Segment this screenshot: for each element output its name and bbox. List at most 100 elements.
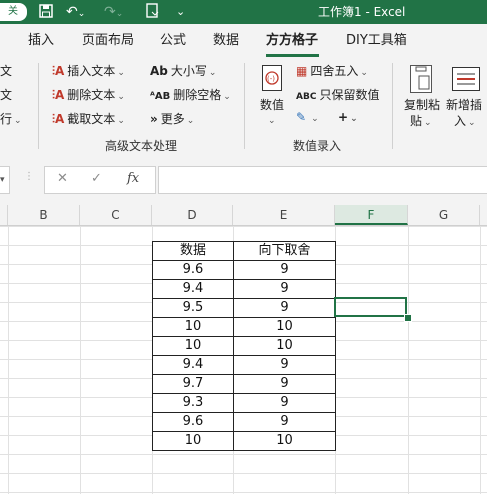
customize-icon[interactable]: ⌄ xyxy=(176,3,185,21)
data-cell[interactable]: 9.7 xyxy=(152,374,234,394)
copy-paste-button-line2[interactable]: 贴 ⌄ xyxy=(410,113,432,131)
more-icon: » xyxy=(150,112,158,126)
more-label: 更多 xyxy=(160,112,185,126)
enter-icon[interactable]: ✓ xyxy=(91,171,102,186)
round-down-cell[interactable]: 9 xyxy=(233,374,336,394)
data-cell[interactable]: 9.6 xyxy=(152,412,234,432)
insert-text-icon: ⫶A xyxy=(52,64,65,78)
insert-rows-icon[interactable] xyxy=(452,67,480,91)
copy-paste-icon[interactable] xyxy=(410,65,432,93)
save-icon[interactable] xyxy=(38,3,54,21)
data-cell[interactable]: 10 xyxy=(152,317,234,337)
column-header-g[interactable]: G xyxy=(408,205,480,225)
column-header-b[interactable]: B xyxy=(8,205,80,225)
case-icon: Ab xyxy=(150,64,168,78)
round-down-cell[interactable]: 9 xyxy=(233,260,336,280)
number-group-label: 数值录入 xyxy=(293,139,342,153)
tab-fangfanggezi[interactable]: 方方格子 xyxy=(266,33,318,49)
round-button[interactable]: ▦ 四舍五入 ⌄ xyxy=(296,63,368,81)
redo-icon[interactable]: ↷⌄ xyxy=(104,3,123,21)
table-row: 9.4 9 xyxy=(152,279,336,299)
table-row: 9.7 9 xyxy=(152,374,336,394)
data-cell[interactable]: 10 xyxy=(152,431,234,451)
data-cell[interactable]: 9.4 xyxy=(152,279,234,299)
ribbon-partial-label: 行 xyxy=(0,112,13,126)
autosave-toggle[interactable]: 关 xyxy=(0,3,27,21)
round-down-cell[interactable]: 10 xyxy=(233,336,336,356)
keep-value-button[interactable]: ABC 只保留数值 xyxy=(296,87,379,105)
title-bar: 关 ↶⌄ ↷⌄ ⌄ 工作簿1 - Excel xyxy=(0,0,487,24)
keep-value-icon: ABC xyxy=(296,92,317,102)
ribbon-partial-item[interactable]: 文 xyxy=(0,63,12,79)
window-title: 工作簿1 - Excel xyxy=(318,5,406,19)
case-button[interactable]: Ab 大小写 ⌄ xyxy=(150,63,216,81)
case-label: 大小写 xyxy=(170,64,207,78)
selected-cell[interactable] xyxy=(334,297,407,317)
column-header-c[interactable]: C xyxy=(80,205,152,225)
ribbon: 文 文 行 ⌄ ⫶A 插入文本 ⌄ ⫶A 删除文本 ⌄ ⫶A 截取文本 ⌄ Ab 大小写 ⌄ ᴬA… xyxy=(0,57,487,156)
insert-button[interactable]: 新增插 xyxy=(446,97,482,113)
tab-diy-toolbox[interactable]: DIY工具箱 xyxy=(346,33,407,49)
tab-insert[interactable]: 插入 xyxy=(28,33,54,49)
more-button[interactable]: » 更多 ⌄ xyxy=(150,111,194,129)
round-icon: ▦ xyxy=(296,64,308,78)
data-cell[interactable]: 9.5 xyxy=(152,298,234,318)
value-dropdown-icon[interactable]: ⌄ xyxy=(268,113,276,129)
formula-bar: ▾ ⋮ ✕ ✓ fx xyxy=(0,155,487,205)
round-down-cell[interactable]: 9 xyxy=(233,298,336,318)
round-down-cell[interactable]: 10 xyxy=(233,317,336,337)
value-button[interactable]: 数值 xyxy=(260,97,284,113)
name-box-dropdown[interactable]: ▾ xyxy=(0,166,10,194)
add-button[interactable]: + ⌄ xyxy=(338,109,358,127)
delete-spaces-button[interactable]: ᴬAB 删除空格 ⌄ xyxy=(150,87,231,105)
grid-column-line xyxy=(480,226,481,494)
cancel-icon[interactable]: ✕ xyxy=(57,171,68,186)
fill-options-button[interactable]: ✎ ⌄ xyxy=(296,109,319,127)
extract-text-button[interactable]: ⫶A 截取文本 ⌄ xyxy=(52,111,125,129)
round-down-cell[interactable]: 9 xyxy=(233,279,336,299)
table-row: 10 10 xyxy=(152,317,336,337)
table-row: 9.4 9 xyxy=(152,355,336,375)
round-label: 四舍五入 xyxy=(310,64,359,78)
tab-data[interactable]: 数据 xyxy=(213,33,239,49)
round-down-cell[interactable]: 9 xyxy=(233,412,336,432)
table-row: 9.3 9 xyxy=(152,393,336,413)
edit-icon: ✎ xyxy=(296,110,307,124)
value-icon[interactable]: (-) xyxy=(262,65,282,91)
svg-text:(-): (-) xyxy=(267,75,275,83)
insert-text-button[interactable]: ⫶A 插入文本 ⌄ xyxy=(52,63,125,81)
extract-text-icon: ⫶A xyxy=(52,112,65,126)
insert-button-line2[interactable]: 入 ⌄ xyxy=(454,113,476,131)
touch-mode-icon[interactable] xyxy=(146,3,160,21)
copy-paste-button[interactable]: 复制粘 xyxy=(404,97,440,113)
plus-icon: + xyxy=(338,110,349,124)
ribbon-partial-item[interactable]: 文 xyxy=(0,87,12,103)
tab-formulas[interactable]: 公式 xyxy=(160,33,186,49)
delete-spaces-icon: ᴬAB xyxy=(150,91,171,102)
data-cell[interactable]: 9.3 xyxy=(152,393,234,413)
header-cell-data[interactable]: 数据 xyxy=(152,241,234,261)
round-down-cell[interactable]: 9 xyxy=(233,393,336,413)
tab-page-layout[interactable]: 页面布局 xyxy=(82,33,134,49)
data-cell[interactable]: 9.6 xyxy=(152,260,234,280)
formula-input[interactable] xyxy=(158,166,487,194)
insert-function-icon[interactable]: fx xyxy=(127,171,139,186)
header-cell-round-down[interactable]: 向下取舍 xyxy=(233,241,336,261)
delete-text-button[interactable]: ⫶A 删除文本 ⌄ xyxy=(52,87,125,105)
column-header-partial[interactable] xyxy=(0,205,8,225)
data-cell[interactable]: 10 xyxy=(152,336,234,356)
round-down-cell[interactable]: 9 xyxy=(233,355,336,375)
fill-handle[interactable] xyxy=(404,314,412,322)
ribbon-partial-item[interactable]: 行 ⌄ xyxy=(0,111,22,129)
ribbon-separator xyxy=(244,63,245,149)
data-cell[interactable]: 9.4 xyxy=(152,355,234,375)
formula-bar-grip-icon: ⋮ xyxy=(24,171,34,182)
text-group-label: 高级文本处理 xyxy=(105,139,178,153)
round-down-cell[interactable]: 10 xyxy=(233,431,336,451)
table-row: 10 10 xyxy=(152,431,336,451)
column-header-f[interactable]: F xyxy=(335,205,408,225)
column-header-d[interactable]: D xyxy=(152,205,233,225)
column-header-e[interactable]: E xyxy=(233,205,335,225)
column-headers: B C D E F G xyxy=(0,205,487,226)
undo-icon[interactable]: ↶⌄ xyxy=(66,3,85,21)
